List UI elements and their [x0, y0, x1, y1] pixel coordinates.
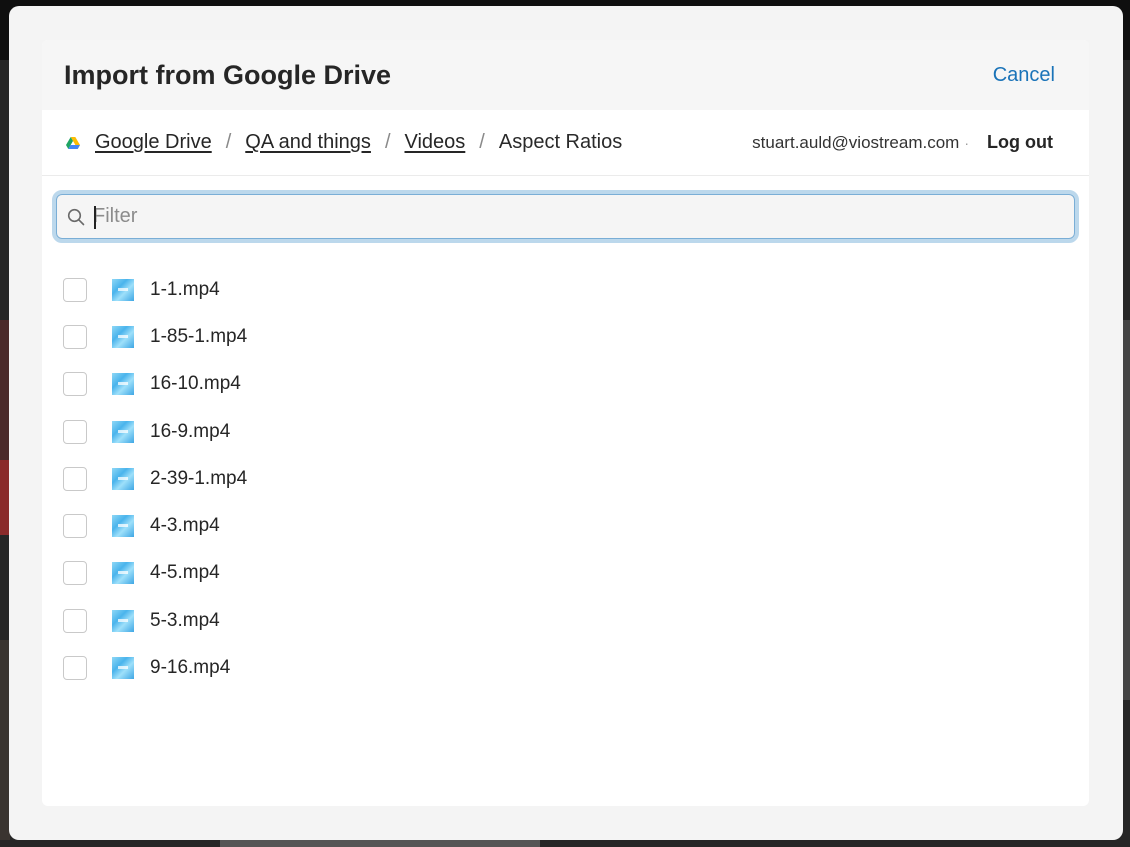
- list-item[interactable]: 1-1.mp4: [63, 266, 247, 313]
- file-checkbox[interactable]: [63, 324, 87, 349]
- video-thumbnail-icon: [112, 278, 134, 301]
- google-drive-icon: [66, 136, 80, 149]
- file-checkbox[interactable]: [63, 514, 87, 539]
- file-checkbox[interactable]: [63, 608, 87, 633]
- account-separator-dot: ·: [964, 134, 970, 151]
- file-checkbox[interactable]: [63, 466, 87, 491]
- file-name: 16-10.mp4: [150, 373, 241, 395]
- breadcrumb: Google Drive / QA and things / Videos / …: [66, 131, 622, 154]
- file-name: 4-3.mp4: [150, 515, 220, 537]
- video-thumbnail-icon: [112, 467, 134, 490]
- file-checkbox[interactable]: [63, 419, 87, 444]
- filter-field: [52, 190, 1079, 243]
- video-thumbnail-icon: [112, 325, 134, 348]
- search-icon: [67, 208, 85, 225]
- breadcrumb-current-folder: Aspect Ratios: [498, 131, 623, 153]
- video-thumbnail-icon: [112, 515, 134, 538]
- file-name: 16-9.mp4: [150, 420, 231, 442]
- breadcrumb-separator: /: [479, 131, 485, 153]
- file-name: 4-5.mp4: [150, 562, 220, 584]
- file-name: 5-3.mp4: [150, 609, 220, 631]
- breadcrumb-separator: /: [384, 131, 391, 153]
- filter-field-inner: [56, 194, 1075, 239]
- list-item[interactable]: 4-3.mp4: [63, 502, 247, 549]
- filter-input[interactable]: [93, 195, 1074, 238]
- breadcrumb-separator: /: [225, 131, 232, 153]
- list-item[interactable]: 1-85-1.mp4: [63, 313, 247, 360]
- video-thumbnail-icon: [112, 562, 134, 585]
- list-item[interactable]: 2-39-1.mp4: [63, 455, 247, 502]
- list-item[interactable]: 5-3.mp4: [63, 597, 247, 644]
- import-dialog: Import from Google Drive Cancel Google D…: [9, 6, 1123, 840]
- account-info: stuart.auld@viostream.com · Log out: [752, 132, 1053, 153]
- file-checkbox[interactable]: [63, 372, 87, 397]
- file-name: 9-16.mp4: [150, 657, 231, 679]
- cancel-button[interactable]: Cancel: [993, 64, 1055, 87]
- list-item[interactable]: 4-5.mp4: [63, 550, 247, 597]
- list-item[interactable]: 16-9.mp4: [63, 408, 247, 455]
- list-item[interactable]: 16-10.mp4: [63, 361, 247, 408]
- file-list: 1-1.mp4 1-85-1.mp4 16-10.mp4 16-9.mp4 2-39-1…: [63, 266, 247, 692]
- list-item[interactable]: 9-16.mp4: [63, 644, 247, 691]
- breadcrumb-qa-and-things[interactable]: QA and things: [245, 131, 371, 154]
- breadcrumb-google-drive[interactable]: Google Drive: [95, 131, 212, 154]
- file-name: 1-1.mp4: [150, 278, 220, 300]
- dialog-title: Import from Google Drive: [64, 59, 392, 90]
- file-name: 2-39-1.mp4: [150, 467, 248, 489]
- breadcrumb-videos[interactable]: Videos: [405, 131, 466, 154]
- text-cursor: [94, 206, 96, 229]
- video-thumbnail-icon: [112, 609, 134, 632]
- dialog-header: Import from Google Drive Cancel: [42, 40, 1089, 110]
- file-checkbox[interactable]: [63, 561, 87, 586]
- dialog-panel: Import from Google Drive Cancel Google D…: [42, 40, 1089, 806]
- file-checkbox[interactable]: [63, 277, 87, 302]
- breadcrumb-bar: Google Drive / QA and things / Videos / …: [42, 110, 1089, 176]
- log-out-button[interactable]: Log out: [987, 132, 1053, 153]
- file-name: 1-85-1.mp4: [150, 325, 248, 347]
- video-thumbnail-icon: [112, 420, 134, 443]
- account-email: stuart.auld@viostream.com: [752, 132, 960, 152]
- video-thumbnail-icon: [112, 657, 134, 680]
- file-checkbox[interactable]: [63, 656, 87, 681]
- video-thumbnail-icon: [112, 373, 134, 396]
